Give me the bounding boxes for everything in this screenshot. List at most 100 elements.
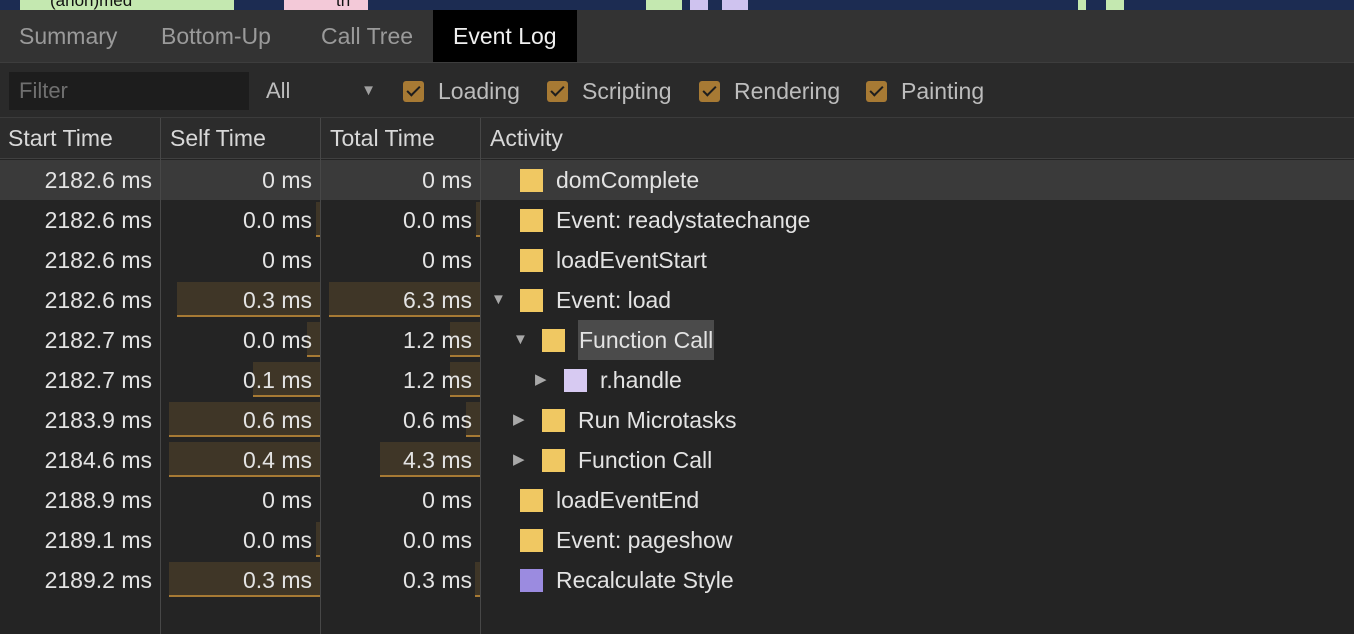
self-time-cell: 0.3 ms — [242, 287, 312, 313]
self-time-cell: 0 ms — [262, 487, 312, 513]
category-swatch — [520, 529, 543, 552]
category-swatch — [520, 169, 543, 192]
checkbox-label: Painting — [901, 78, 985, 104]
checkmark-icon — [699, 81, 720, 102]
table-row[interactable]: 2182.6 ms 0 ms 0 ms domComplete — [0, 160, 1354, 200]
checkbox-loading[interactable]: Loading — [403, 77, 520, 105]
total-time-cell: 6.3 ms — [402, 287, 472, 313]
start-time-cell: 2182.6 ms — [44, 167, 152, 193]
self-time-cell: 0.4 ms — [242, 447, 312, 473]
tab-call-tree[interactable]: Call Tree — [321, 10, 413, 62]
start-time-cell: 2182.6 ms — [44, 207, 152, 233]
column-divider[interactable] — [160, 118, 161, 634]
header-activity[interactable]: Activity — [490, 118, 563, 158]
checkbox-painting[interactable]: Painting — [866, 77, 984, 105]
activity-name: Event: readystatechange — [556, 207, 811, 233]
filter-input[interactable] — [9, 72, 249, 110]
activity-name: Event: pageshow — [556, 527, 733, 553]
category-swatch — [520, 289, 543, 312]
total-time-cell: 0.6 ms — [402, 407, 472, 433]
timeline-strip[interactable]: (anon)med tn — [0, 0, 1354, 10]
column-divider[interactable] — [480, 118, 481, 634]
total-time-cell: 0 ms — [422, 247, 472, 273]
activity-name: loadEventEnd — [556, 487, 700, 513]
category-swatch — [564, 369, 587, 392]
category-swatch — [520, 489, 543, 512]
timeline-block — [1106, 0, 1124, 10]
start-time-cell: 2182.6 ms — [44, 247, 152, 273]
checkbox-rendering[interactable]: Rendering — [699, 77, 840, 105]
start-time-cell: 2188.9 ms — [44, 487, 152, 513]
filter-bar: All ▼ Loading Scripting Rendering Painti… — [0, 63, 1354, 118]
category-swatch — [542, 329, 565, 352]
activity-name: Event: load — [556, 287, 672, 313]
total-time-cell: 1.2 ms — [402, 367, 472, 393]
table-row[interactable]: 2182.6 ms 0 ms 0 ms loadEventStart — [0, 240, 1354, 280]
self-time-cell: 0.0 ms — [242, 327, 312, 353]
self-time-cell: 0.3 ms — [242, 567, 312, 593]
checkmark-icon — [403, 81, 424, 102]
total-time-cell: 0 ms — [422, 167, 472, 193]
checkbox-label: Loading — [438, 78, 520, 104]
dropdown-arrow-icon: ▼ — [361, 82, 376, 99]
tab-summary[interactable]: Summary — [19, 10, 117, 62]
activity-name: Function Call — [578, 447, 713, 473]
table-row[interactable]: 2184.6 ms 0.4 ms 4.3 ms ▶ Function Call — [0, 440, 1354, 480]
event-log-table: Start Time Self Time Total Time Activity… — [0, 118, 1354, 634]
timeline-block — [1078, 0, 1086, 10]
header-self-time[interactable]: Self Time — [170, 118, 266, 158]
triangle-right-icon[interactable]: ▶ — [535, 360, 547, 400]
triangle-right-icon[interactable]: ▶ — [513, 440, 525, 480]
table-row[interactable]: 2182.6 ms 0.3 ms 6.3 ms ▼ Event: load — [0, 280, 1354, 320]
total-time-cell: 0.3 ms — [402, 567, 472, 593]
triangle-down-icon[interactable]: ▼ — [491, 280, 506, 320]
category-swatch — [520, 249, 543, 272]
duration-select[interactable]: All ▼ — [266, 71, 382, 111]
total-time-cell: 4.3 ms — [402, 447, 472, 473]
header-total-time[interactable]: Total Time — [330, 118, 435, 158]
table-row[interactable]: 2189.2 ms 0.3 ms 0.3 ms Recalculate Style — [0, 560, 1354, 600]
start-time-cell: 2182.6 ms — [44, 287, 152, 313]
table-row[interactable]: 2183.9 ms 0.6 ms 0.6 ms ▶ Run Microtasks — [0, 400, 1354, 440]
column-divider[interactable] — [320, 118, 321, 634]
checkmark-icon — [866, 81, 887, 102]
category-swatch — [520, 569, 543, 592]
tab-event-log[interactable]: Event Log — [433, 10, 577, 62]
table-row[interactable]: 2188.9 ms 0 ms 0 ms loadEventEnd — [0, 480, 1354, 520]
timeline-block — [284, 0, 368, 10]
activity-name: Run Microtasks — [578, 407, 737, 433]
activity-name: Function Call — [578, 320, 715, 360]
triangle-right-icon[interactable]: ▶ — [513, 400, 525, 440]
start-time-cell: 2183.9 ms — [44, 407, 152, 433]
total-time-cell: 0 ms — [422, 487, 472, 513]
self-time-cell: 0.0 ms — [242, 207, 312, 233]
timeline-block — [690, 0, 708, 10]
start-time-cell: 2184.6 ms — [44, 447, 152, 473]
table-header: Start Time Self Time Total Time Activity — [0, 118, 1354, 159]
timeline-label: (anon)med — [50, 0, 133, 10]
checkbox-label: Rendering — [734, 78, 841, 104]
total-time-cell: 1.2 ms — [402, 327, 472, 353]
start-time-cell: 2182.7 ms — [44, 327, 152, 353]
start-time-cell: 2182.7 ms — [44, 367, 152, 393]
timeline-label: tn — [336, 0, 351, 10]
tab-bar: Summary Bottom-Up Call Tree Event Log — [0, 10, 1354, 63]
table-row[interactable]: 2182.6 ms 0.0 ms 0.0 ms Event: readystatech… — [0, 200, 1354, 240]
table-row[interactable]: 2189.1 ms 0.0 ms 0.0 ms Event: pageshow — [0, 520, 1354, 560]
activity-name: r.handle — [600, 367, 682, 393]
category-swatch — [520, 209, 543, 232]
self-time-cell: 0.0 ms — [242, 527, 312, 553]
category-swatch — [542, 409, 565, 432]
checkbox-scripting[interactable]: Scripting — [547, 77, 671, 105]
self-time-cell: 0.6 ms — [242, 407, 312, 433]
tab-bottom-up[interactable]: Bottom-Up — [161, 10, 271, 62]
start-time-cell: 2189.2 ms — [44, 567, 152, 593]
triangle-down-icon[interactable]: ▼ — [513, 320, 528, 360]
self-time-cell: 0 ms — [262, 247, 312, 273]
timeline-block — [722, 0, 748, 10]
header-start-time[interactable]: Start Time — [8, 118, 113, 158]
table-row[interactable]: 2182.7 ms 0.1 ms 1.2 ms ▶ r.handle — [0, 360, 1354, 400]
table-row[interactable]: 2182.7 ms 0.0 ms 1.2 ms ▼ Function Call — [0, 320, 1354, 360]
category-swatch — [542, 449, 565, 472]
timeline-block — [646, 0, 682, 10]
